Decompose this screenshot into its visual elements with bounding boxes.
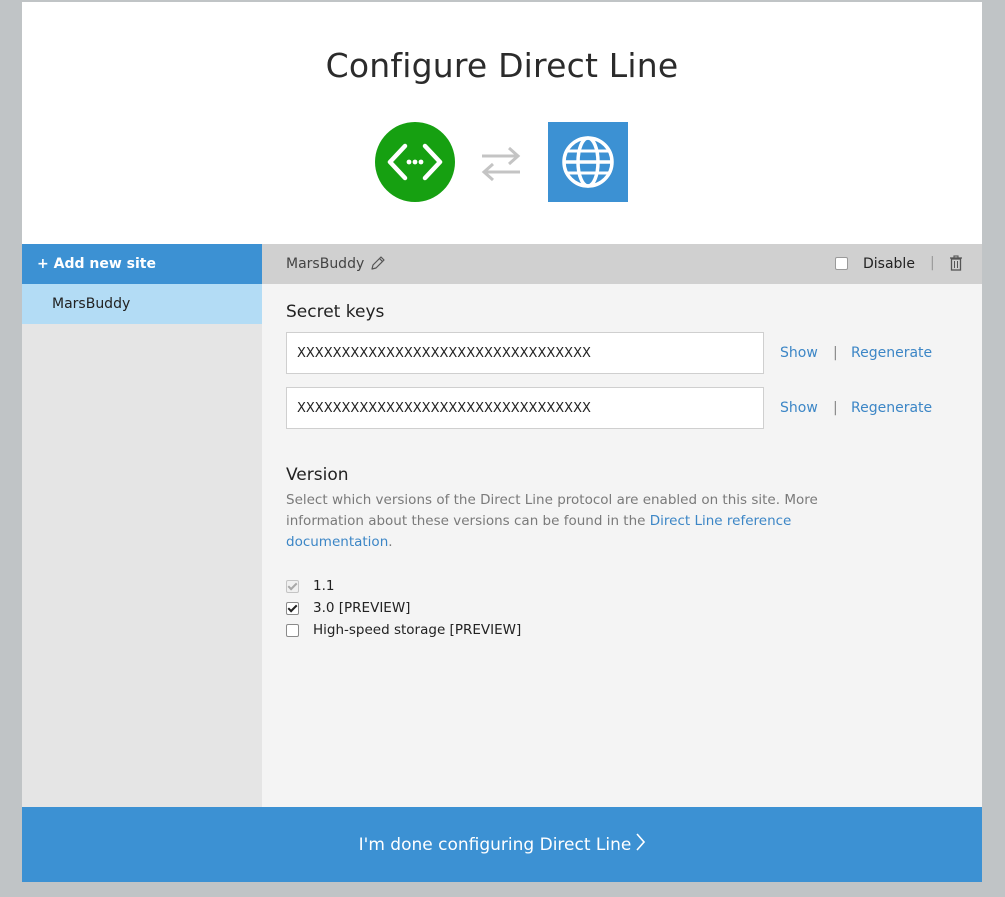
globe-icon <box>548 122 628 202</box>
show-key-2-link[interactable]: Show <box>780 400 818 416</box>
add-new-site-button[interactable]: + Add new site <box>22 244 262 284</box>
separator: | <box>930 255 935 271</box>
site-settings-panel: MarsBuddy Disable | Secret keys XXXXXXXX… <box>262 244 982 807</box>
done-configuring-button[interactable]: I'm done configuring Direct Line <box>22 807 982 882</box>
regenerate-key-2-link[interactable]: Regenerate <box>851 400 932 416</box>
regenerate-key-1-link[interactable]: Regenerate <box>851 345 932 361</box>
swap-arrows-icon <box>480 145 522 183</box>
done-configuring-label: I'm done configuring Direct Line <box>358 834 632 855</box>
sites-sidebar: + Add new site MarsBuddy <box>22 244 262 807</box>
chevron-right-icon <box>635 833 646 856</box>
dialog-header: Configure Direct Line <box>22 2 982 244</box>
disable-label: Disable <box>863 256 915 272</box>
secret-key-2-field[interactable] <box>286 387 764 429</box>
direct-line-bot-icon <box>375 122 455 202</box>
trash-icon[interactable] <box>949 255 963 275</box>
show-key-1-link[interactable]: Show <box>780 345 818 361</box>
version-option-1-1: 1.1 <box>286 578 334 594</box>
version-3-0-checkbox[interactable] <box>286 601 299 615</box>
secret-key-1-field[interactable] <box>286 332 764 374</box>
version-description: Select which versions of the Direct Line… <box>286 490 826 553</box>
version-option-3-0[interactable]: 3.0 [PREVIEW] <box>286 600 410 616</box>
configure-direct-line-dialog: Configure Direct Line + Add new site Mar… <box>22 2 982 882</box>
sidebar-item-label: MarsBuddy <box>52 296 131 312</box>
secret-keys-heading: Secret keys <box>286 302 385 322</box>
version-option-high-speed-storage[interactable]: High-speed storage [PREVIEW] <box>286 622 521 638</box>
pencil-icon[interactable] <box>370 255 386 275</box>
version-option-label: 1.1 <box>313 578 335 594</box>
version-1-1-checkbox <box>286 579 299 593</box>
site-header-bar: MarsBuddy Disable | <box>262 244 982 284</box>
separator: | <box>833 345 838 361</box>
version-heading: Version <box>286 465 349 485</box>
dialog-body: + Add new site MarsBuddy MarsBuddy Disab… <box>22 244 982 807</box>
add-new-site-label: + Add new site <box>37 256 156 272</box>
sidebar-item-marsbuddy[interactable]: MarsBuddy <box>22 284 262 324</box>
version-description-end: . <box>388 534 393 550</box>
page-title: Configure Direct Line <box>325 46 679 85</box>
site-name: MarsBuddy <box>286 256 365 272</box>
high-speed-storage-checkbox[interactable] <box>286 623 299 637</box>
version-option-label: 3.0 [PREVIEW] <box>313 600 411 616</box>
version-option-label: High-speed storage [PREVIEW] <box>313 622 522 638</box>
disable-checkbox[interactable] <box>835 257 848 270</box>
separator: | <box>833 400 838 416</box>
